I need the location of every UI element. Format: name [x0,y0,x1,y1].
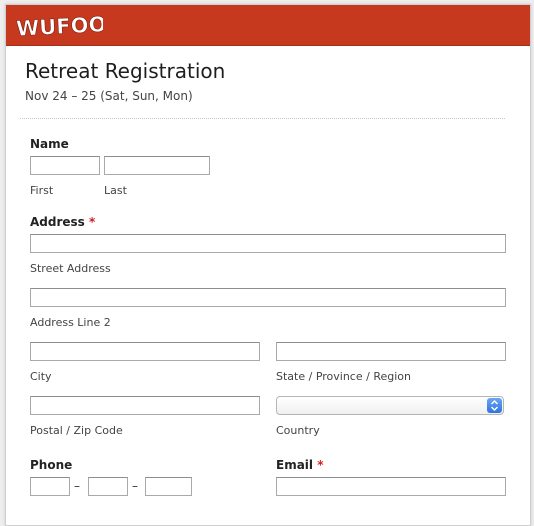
form-title: Retreat Registration [25,59,226,83]
select-arrows-icon [487,398,502,413]
country-sublabel: Country [276,424,320,437]
divider [20,118,505,119]
first-name-sublabel: First [30,184,54,197]
last-name-input[interactable] [104,156,210,175]
address-label-text: Address [30,215,85,229]
last-name-sublabel: Last [104,184,127,197]
phone-separator: – [132,479,138,493]
street-address-sublabel: Street Address [30,262,111,275]
phone-prefix-input[interactable] [88,477,128,496]
required-marker: * [89,215,96,229]
state-sublabel: State / Province / Region [276,370,411,383]
form-subtitle: Nov 24 – 25 (Sat, Sun, Mon) [25,89,193,103]
city-sublabel: City [30,370,52,383]
address-line2-sublabel: Address Line 2 [30,316,111,329]
city-input[interactable] [30,342,260,361]
state-input[interactable] [276,342,506,361]
phone-area-input[interactable] [30,477,70,496]
wufoo-logo: WUFOO [15,12,103,39]
email-label-text: Email [276,458,314,472]
address-label: Address * [30,215,95,229]
svg-text:WUFOO: WUFOO [16,12,103,39]
postal-code-sublabel: Postal / Zip Code [30,424,123,437]
address-line2-input[interactable] [30,288,506,307]
postal-code-input[interactable] [30,396,260,415]
street-address-input[interactable] [30,234,506,253]
phone-label: Phone [30,458,73,472]
email-input[interactable] [276,477,506,496]
country-select[interactable] [276,396,504,415]
form-header: WUFOO [6,5,530,46]
first-name-input[interactable] [30,156,100,175]
name-label: Name [30,137,69,151]
phone-separator: – [74,479,80,493]
required-marker: * [317,458,324,472]
email-label: Email * [276,458,324,472]
phone-line-input[interactable] [145,477,192,496]
